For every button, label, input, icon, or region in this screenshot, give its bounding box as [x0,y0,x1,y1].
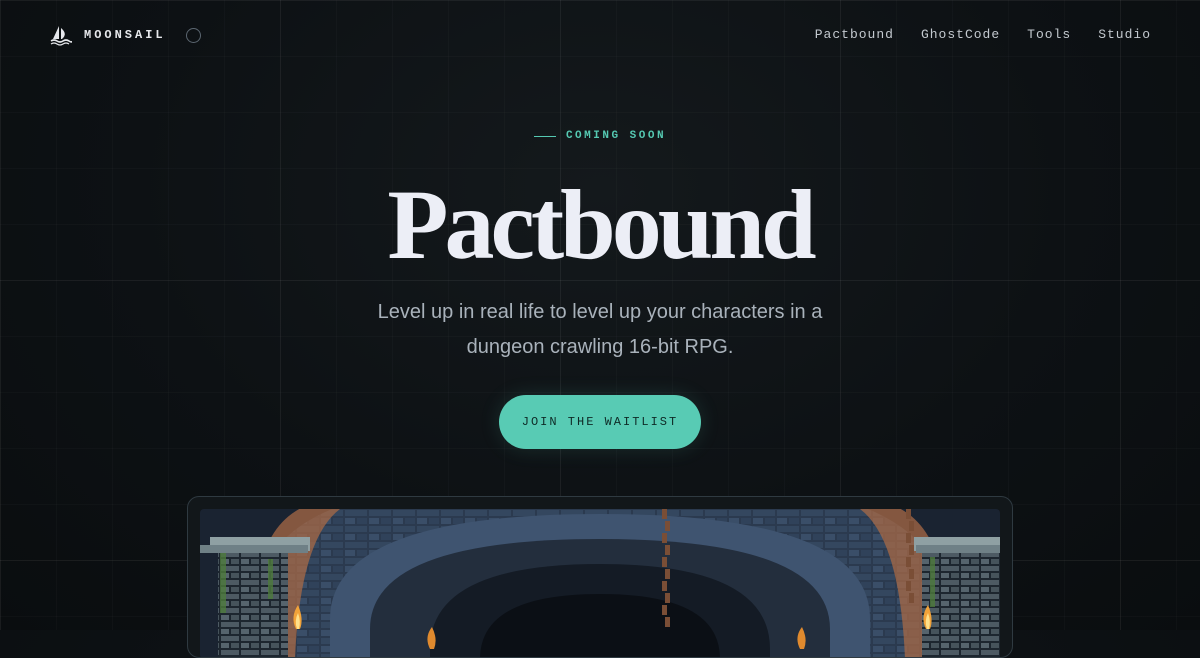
nav-link-tools[interactable]: Tools [1027,27,1071,42]
sailboat-icon [50,26,72,46]
hero-subtitle-line2: dungeon crawling 16-bit RPG. [466,336,734,358]
game-screenshot-frame [187,496,1013,658]
nav-link-studio[interactable]: Studio [1098,27,1151,42]
join-waitlist-button[interactable]: JOIN THE WAITLIST [499,395,701,449]
nav-link-pactbound[interactable]: Pactbound [815,27,894,42]
brand-name: MOONSAIL [84,28,166,42]
eyebrow: COMING SOON [0,130,1200,142]
hero-subtitle: Level up in real life to level up your c… [0,295,1200,365]
pixel-dungeon-scene [200,509,1000,657]
hero-title: Pactbound [387,169,816,280]
brand[interactable]: MOONSAIL [50,24,201,46]
main-nav: Pactbound GhostCode Tools Studio [815,27,1151,42]
eyebrow-line [533,135,556,137]
site-header: MOONSAIL Pactbound GhostCode Tools Studi… [0,0,1200,70]
eyebrow-text: COMING SOON [565,130,667,142]
hero-subtitle-line1: Level up in real life to level up your c… [377,301,823,323]
moon-circle-icon[interactable] [185,27,201,43]
nav-link-ghostcode[interactable]: GhostCode [921,27,1000,42]
